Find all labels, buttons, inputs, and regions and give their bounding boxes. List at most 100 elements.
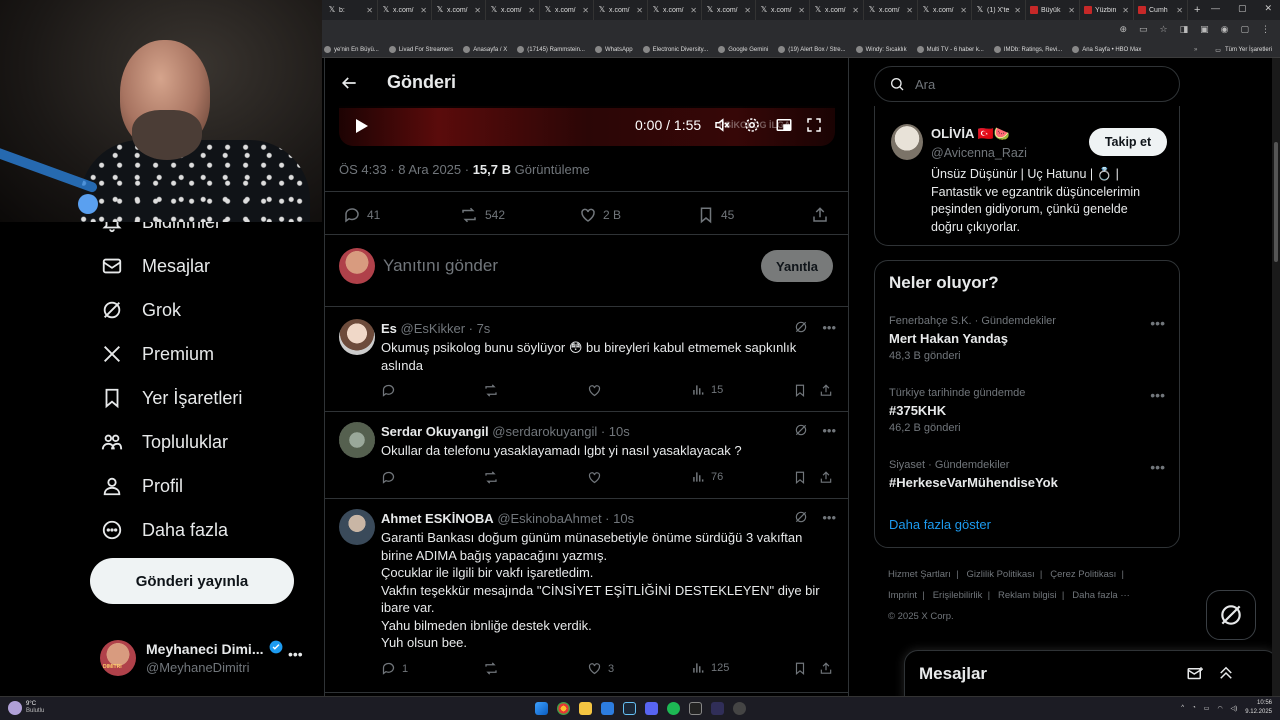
reply-button[interactable]: 1 [381,661,408,676]
browser-tab[interactable]: Cumh ✕ [1134,0,1188,20]
browser-tab[interactable]: 𝕏b: ✕ [324,0,378,20]
bookmark-item[interactable]: (19) Alert Box / Stre... [778,46,846,53]
trend-more-icon[interactable]: ••• [1150,459,1165,475]
tab-close-icon[interactable]: ✕ [420,6,427,15]
grok-icon[interactable] [794,423,808,440]
new-tab-icon[interactable]: + [1188,4,1200,16]
browser-tab[interactable]: 𝕏x.com/ ✕ [918,0,972,20]
browser-tab[interactable]: Büyük ✕ [1026,0,1080,20]
tab-close-icon[interactable]: ✕ [474,6,481,15]
more-horizontal-icon[interactable]: ••• [822,423,836,440]
new-message-icon[interactable] [1185,665,1205,688]
reply-button[interactable] [381,470,396,485]
nav-bookmarks[interactable]: Yer İşaretleri [100,386,242,410]
tab-close-icon[interactable]: ✕ [852,6,859,15]
tab-close-icon[interactable]: ✕ [636,6,643,15]
views-button[interactable]: 76 [691,470,723,484]
bookmark-item[interactable]: ye'nin En Büyü... [324,46,379,53]
video-player[interactable]: 0:00 / 1:55 PSİKOLOG İLGA [339,106,835,146]
bookmark-item[interactable]: Electronic Diversity... [642,46,708,53]
repost-button[interactable] [483,383,499,398]
tab-close-icon[interactable]: ✕ [744,6,751,15]
messages-drawer[interactable]: Mesajlar [904,650,1278,700]
obs-icon[interactable] [733,702,746,715]
volume-muted-icon[interactable] [713,116,731,139]
reply-submit-button[interactable]: Yanıtla [761,250,833,282]
minimize-icon[interactable]: — [1211,3,1220,14]
browser-tab[interactable]: 𝕏x.com/ ✕ [594,0,648,20]
cast-icon[interactable]: ▭ [1139,24,1148,35]
post-button[interactable]: Gönderi yayınla [90,558,294,604]
bookmark-item[interactable]: Anasayfa / X [463,46,507,53]
nav-premium[interactable]: Premium [100,342,214,366]
settings-icon[interactable] [743,116,761,139]
close-window-icon[interactable]: ✕ [1264,3,1272,14]
reply-author-name[interactable]: Serdar Okuyangil [381,424,489,439]
weather-widget[interactable]: 9°C Bulutlu [8,701,44,715]
extension-icon[interactable]: ◨ [1180,24,1189,35]
post-timestamp[interactable]: ÖS 4:33 · 8 Ara 2025 · [339,162,473,177]
tab-close-icon[interactable]: ✕ [366,6,373,15]
profile-icon[interactable]: ◉ [1221,24,1229,35]
browser-tab[interactable]: 𝕏x.com/ ✕ [378,0,432,20]
share-button[interactable] [819,661,833,676]
network-icon[interactable]: ◔ [1192,705,1196,711]
bookmark-item[interactable]: Google Gemini [718,46,768,53]
show-more-link[interactable]: Daha fazla göster [889,517,991,532]
grok-icon[interactable] [794,510,808,527]
extensions-menu-icon[interactable]: ▢ [1240,24,1249,35]
share-button[interactable] [819,470,833,485]
trend-more-icon[interactable]: ••• [1150,315,1165,331]
app-icon[interactable] [711,702,724,715]
nav-more[interactable]: Daha fazla [100,518,228,542]
bookmark-item[interactable]: Livad For Streamers [388,46,453,53]
views-button[interactable]: 15 [691,383,723,397]
nav-grok[interactable]: Grok [100,298,181,322]
bookmark-item[interactable]: IMDb: Ratings, Revi... [993,46,1062,53]
share-button[interactable] [811,206,829,224]
nav-profile[interactable]: Profil [100,474,183,498]
trend-item[interactable]: Fenerbahçe S.K. · Gündemdekiler Mert Hak… [889,315,1169,362]
like-button[interactable] [587,470,602,485]
reply-item[interactable]: Serdar Okuyangil @serdarokuyangil · 10s … [325,412,848,498]
browser-tab[interactable]: 𝕏x.com/ ✕ [810,0,864,20]
browser-tab[interactable]: 𝕏x.com/ ✕ [756,0,810,20]
repost-button[interactable] [483,470,499,485]
reply-author-handle[interactable]: @serdarokuyangil · 10s [492,424,629,439]
epic-games-icon[interactable] [689,702,702,715]
display-icon[interactable]: ▭ [1204,705,1210,712]
browser-tab[interactable]: 𝕏x.com/ ✕ [702,0,756,20]
tab-close-icon[interactable]: ✕ [1068,6,1075,15]
bookmark-item[interactable]: Windy: Sıcaklık [855,46,907,53]
tab-close-icon[interactable]: ✕ [906,6,913,15]
reply-button[interactable] [381,383,396,398]
fullscreen-icon[interactable] [805,116,823,139]
all-bookmarks[interactable]: » ▭ Tüm Yer İşaretleri [1194,42,1272,58]
zoom-icon[interactable]: ⊕ [1119,24,1127,35]
tray-chevron-icon[interactable]: ^ [1181,705,1184,711]
follow-button[interactable]: Takip et [1089,128,1167,156]
browser-tab[interactable]: Yüzbin ✕ [1080,0,1134,20]
suggestion-avatar[interactable] [891,124,923,160]
chevron-right-icon[interactable]: » [1194,47,1197,53]
footer-link[interactable]: Gizlilik Politikası [967,569,1035,580]
footer-link[interactable]: Imprint [888,590,917,601]
clock[interactable]: 10:56 9.12.2025 [1245,699,1272,717]
footer-link[interactable]: Erişilebilirlik [933,590,983,601]
reply-author-handle[interactable]: @EsKikker · 7s [401,321,491,336]
pip-icon[interactable] [775,116,793,139]
views-button[interactable]: 125 [691,661,729,675]
search-input[interactable]: Ara [874,66,1180,102]
tab-close-icon[interactable]: ✕ [1176,6,1183,15]
more-horizontal-icon[interactable]: ••• [822,320,836,337]
browser-tab[interactable]: 𝕏x.com/ ✕ [648,0,702,20]
reply-author-handle[interactable]: @EskinobaAhmet · 10s [497,511,634,526]
reply-button[interactable]: 41 [343,206,380,224]
wifi-icon[interactable]: ◠ [1217,705,1222,712]
bookmark-button[interactable] [793,383,807,398]
extension-icon[interactable]: ▣ [1200,24,1209,35]
tab-close-icon[interactable]: ✕ [1122,6,1129,15]
play-icon[interactable] [355,118,369,139]
scroll-thumb[interactable] [1274,142,1278,262]
bookmark-star-icon[interactable]: ☆ [1160,24,1168,35]
